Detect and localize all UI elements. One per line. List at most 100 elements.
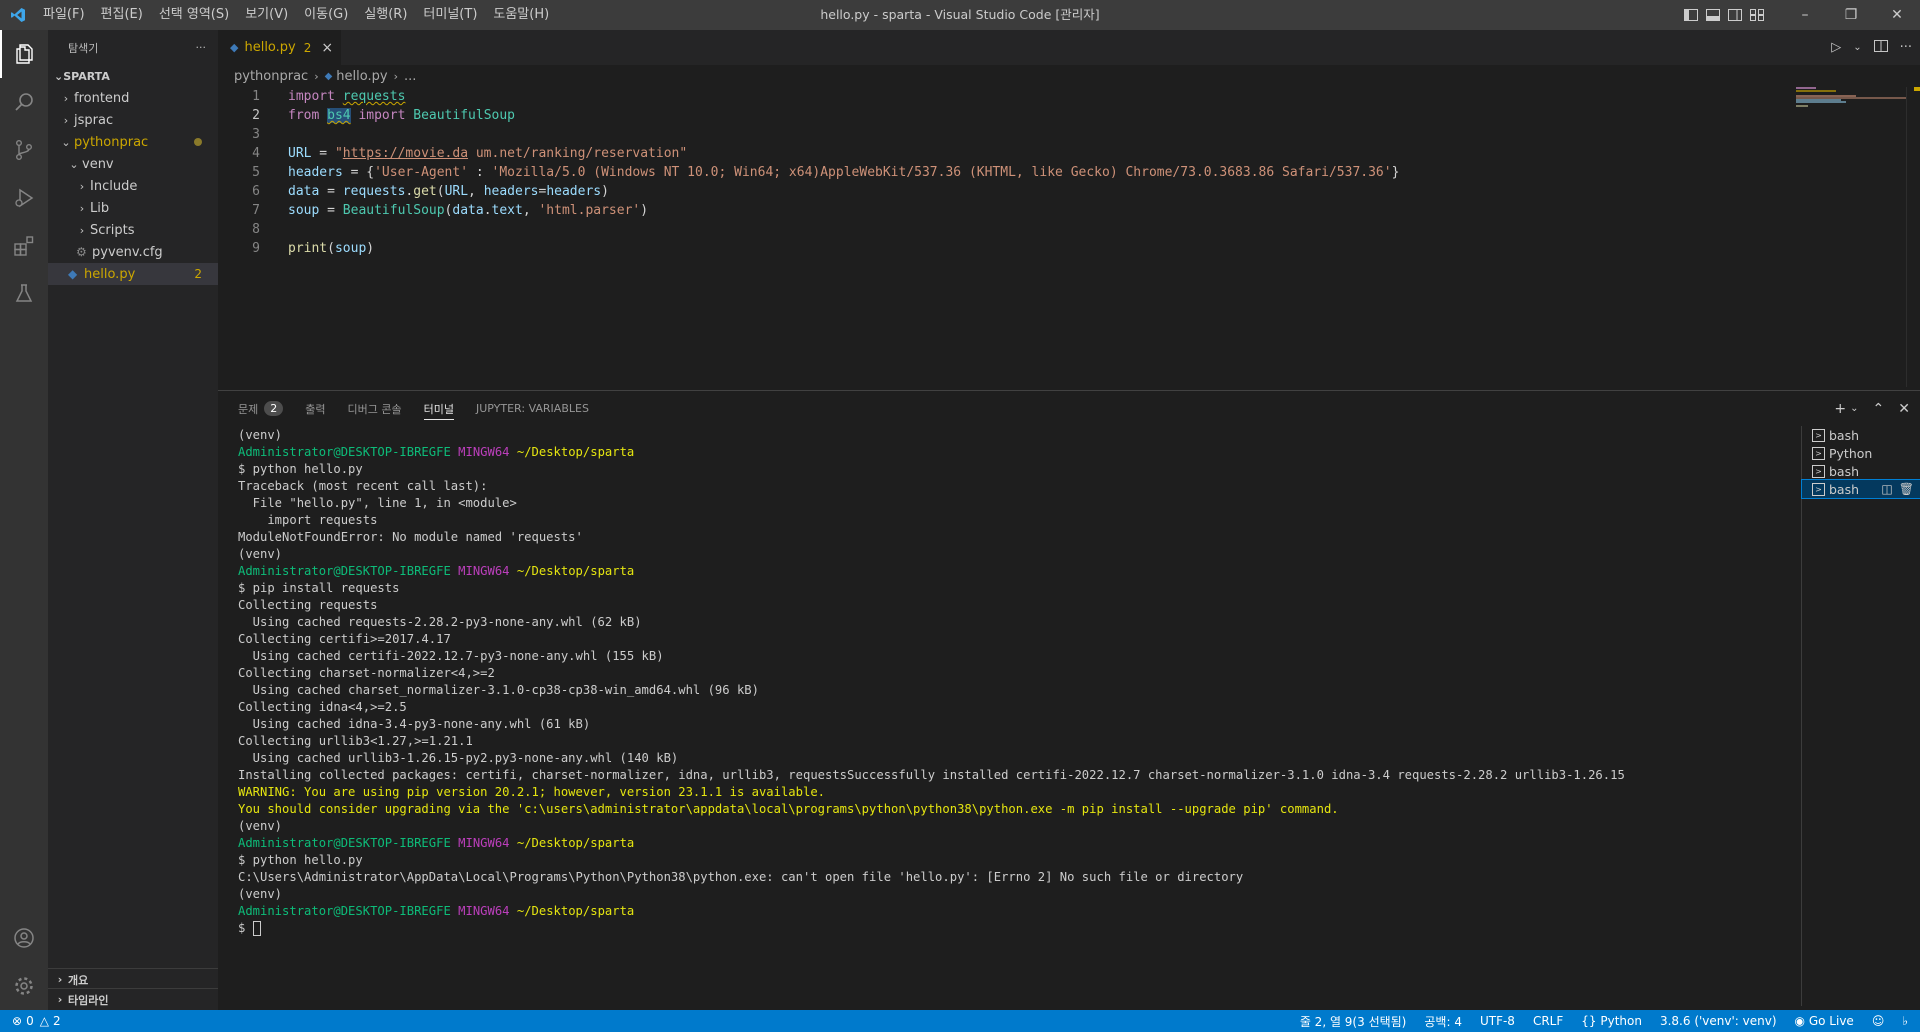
breadcrumb-file[interactable]: hello.py	[336, 69, 387, 84]
run-dropdown-chevron-icon[interactable]: ⌄	[1853, 42, 1861, 53]
menu-help[interactable]: 도움말(H)	[485, 0, 557, 30]
tab-hello-py[interactable]: ◆ hello.py 2 ×	[218, 30, 342, 65]
terminal-dropdown-chevron-icon[interactable]: ⌄	[1850, 403, 1858, 414]
code-line: 9 print(soup)	[252, 241, 375, 256]
customize-layout-icon[interactable]	[1746, 0, 1768, 30]
braces-icon: {}	[1581, 1014, 1597, 1028]
terminal-text: (venv)	[238, 887, 283, 901]
new-terminal-icon[interactable]: +	[1834, 401, 1846, 417]
extensions-icon[interactable]	[0, 222, 48, 270]
terminal-text: Using cached idna-3.4-py3-none-any.whl (…	[238, 717, 591, 731]
problems-status[interactable]: ⊗ 0 △ 2	[0, 1014, 61, 1028]
timeline-section[interactable]: › 타임라인	[48, 988, 218, 1010]
encoding[interactable]: UTF-8	[1480, 1014, 1515, 1028]
toggle-secondary-sidebar-icon[interactable]	[1724, 0, 1746, 30]
restore-icon[interactable]: ❐	[1828, 0, 1874, 30]
close-icon[interactable]: ✕	[1874, 0, 1920, 30]
minimize-icon[interactable]: –	[1782, 0, 1828, 30]
menu-view[interactable]: 보기(V)	[237, 0, 296, 30]
terminal-item-bash-active[interactable]: > bash ◫ 🗑	[1801, 479, 1920, 499]
prompt-user: Administrator@DESKTOP-IBREGFE	[238, 445, 451, 459]
minimap[interactable]	[1796, 87, 1906, 127]
language-mode[interactable]: {} Python	[1581, 1014, 1642, 1028]
tab-jupyter-variables[interactable]: JUPYTER: VARIABLES	[476, 391, 589, 426]
tab-problems[interactable]: 문제 2	[238, 391, 284, 426]
more-actions-icon[interactable]: ···	[1900, 40, 1912, 55]
trash-icon[interactable]: 🗑	[1899, 482, 1914, 496]
tree-folder-venv[interactable]: ⌄ venv	[48, 153, 218, 175]
terminal-line: C:\Users\Administrator\AppData\Local\Pro…	[238, 869, 1798, 886]
terminal-item-bash[interactable]: > bash	[1802, 426, 1920, 444]
breadcrumb-folder[interactable]: pythonprac	[234, 69, 308, 84]
terminal-item-python[interactable]: > Python	[1802, 444, 1920, 462]
menu-selection[interactable]: 선택 영역(S)	[151, 0, 237, 30]
testing-icon[interactable]	[0, 270, 48, 318]
maximize-panel-icon[interactable]: ⌃	[1873, 401, 1885, 417]
code-editor[interactable]: 1 import requests 2 from bs4 import Beauti…	[218, 87, 1778, 258]
editor-scrollbar[interactable]	[1906, 87, 1920, 387]
tree-folder-jsprac[interactable]: › jsprac	[48, 109, 218, 131]
toggle-panel-icon[interactable]	[1702, 0, 1724, 30]
tree-folder-pythonprac[interactable]: ⌄ pythonprac	[48, 131, 218, 153]
tab-terminal[interactable]: 터미널	[423, 391, 455, 426]
terminal-icon: >	[1812, 446, 1825, 460]
feedback-icon[interactable]: ☺	[1872, 1014, 1885, 1028]
menu-edit[interactable]: 편집(E)	[93, 0, 151, 30]
terminal-item-bash[interactable]: > bash	[1802, 462, 1920, 480]
python-interpreter[interactable]: 3.8.6 ('venv': venv)	[1660, 1014, 1777, 1028]
explorer-icon[interactable]	[0, 30, 48, 78]
gear-file-icon: ⚙	[76, 245, 87, 259]
code-line: 7 soup = BeautifulSoup(data.text, 'html.p…	[252, 203, 649, 218]
split-editor-icon[interactable]	[1873, 39, 1888, 56]
menu-go[interactable]: 이동(G)	[296, 0, 356, 30]
menu-run[interactable]: 실행(R)	[356, 0, 415, 30]
outline-section[interactable]: › 개요	[48, 968, 218, 990]
go-live-button[interactable]: ◉ Go Live	[1795, 1014, 1854, 1028]
prompt-shell: MINGW64	[458, 836, 510, 850]
source-control-icon[interactable]	[0, 126, 48, 174]
tree-folder-scripts[interactable]: › Scripts	[48, 219, 218, 241]
accounts-icon[interactable]	[0, 914, 48, 962]
terminal-cursor	[252, 921, 261, 936]
close-panel-icon[interactable]: ✕	[1898, 401, 1910, 417]
status-bar: ⊗ 0 △ 2 줄 2, 열 9(3 선택됨) 공백: 4 UTF-8 CRLF…	[0, 1010, 1920, 1032]
chevron-right-icon: ›	[63, 113, 69, 127]
terminal-line: (venv)	[238, 427, 1798, 444]
toggle-sidebar-icon[interactable]	[1680, 0, 1702, 30]
indentation[interactable]: 공백: 4	[1424, 1013, 1462, 1030]
split-terminal-icon[interactable]: ◫	[1881, 482, 1892, 496]
terminal-line: Traceback (most recent call last):	[238, 478, 1798, 495]
tab-debug-console[interactable]: 디버그 콘솔	[348, 391, 402, 426]
settings-gear-icon[interactable]	[0, 962, 48, 1010]
terminal-output[interactable]: (venv) Administrator@DESKTOP-IBREGFE MING…	[238, 427, 1798, 937]
menu-file[interactable]: 파일(F)	[35, 0, 93, 30]
tab-output[interactable]: 출력	[305, 391, 325, 426]
terminal-text: Collecting charset-normalizer<4,>=2	[238, 666, 495, 680]
code-line: 4 URL = "https://movie.da um.net/ranking/…	[252, 146, 688, 161]
workspace-root[interactable]: ⌄ SPARTA	[48, 65, 218, 87]
terminal-line: Using cached requests-2.28.2-py3-none-an…	[238, 614, 1798, 631]
prompt-path: ~/Desktop/sparta	[516, 904, 635, 918]
terminal-text: You should consider upgrading via the 'c…	[238, 802, 1339, 816]
bottom-panel: 문제 2 출력 디버그 콘솔 터미널 JUPYTER: VARIABLES + ⌄…	[218, 390, 1920, 1010]
problems-count-badge: 2	[264, 401, 284, 416]
run-debug-icon[interactable]	[0, 174, 48, 222]
code-line: 3	[252, 127, 260, 142]
end-of-line[interactable]: CRLF	[1533, 1014, 1563, 1028]
chevron-right-icon: ›	[57, 973, 63, 986]
notifications-bell-icon[interactable]: ♭	[1902, 1014, 1908, 1028]
prompt-path: ~/Desktop/sparta	[516, 564, 635, 578]
cursor-position[interactable]: 줄 2, 열 9(3 선택됨)	[1300, 1013, 1407, 1030]
tree-folder-frontend[interactable]: › frontend	[48, 87, 218, 109]
tree-file-pyvenv-cfg[interactable]: ⚙ pyvenv.cfg	[48, 241, 218, 263]
tree-folder-include[interactable]: › Include	[48, 175, 218, 197]
search-icon[interactable]	[0, 78, 48, 126]
tree-file-hello-py[interactable]: ◆ hello.py 2	[48, 263, 218, 285]
breadcrumb-symbol[interactable]: ...	[404, 69, 416, 84]
run-file-icon[interactable]: ▷	[1831, 40, 1841, 55]
tree-folder-lib[interactable]: › Lib	[48, 197, 218, 219]
explorer-more-icon[interactable]: ···	[196, 41, 207, 54]
tab-close-icon[interactable]: ×	[321, 40, 333, 56]
menu-terminal[interactable]: 터미널(T)	[415, 0, 485, 30]
terminal-list-divider	[1801, 426, 1802, 1006]
